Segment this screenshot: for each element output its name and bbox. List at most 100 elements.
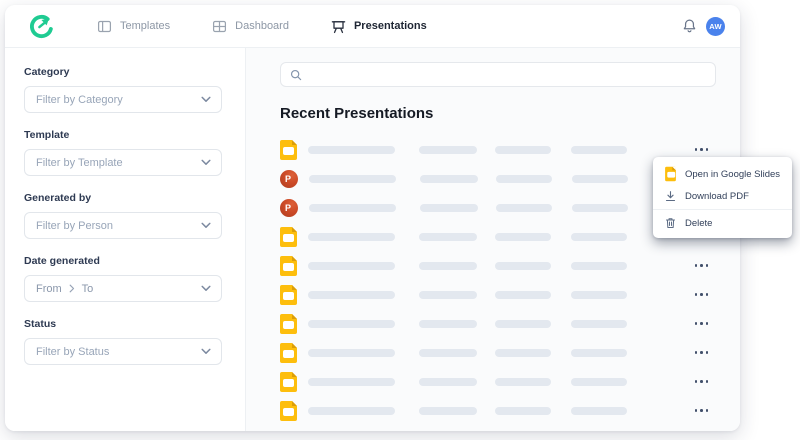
filter-group: Date generated From To: [24, 255, 222, 302]
row-actions-menu-button[interactable]: [693, 143, 711, 156]
table-row[interactable]: [280, 309, 716, 338]
skeleton-bar: [495, 348, 551, 357]
skeleton-bar: [308, 145, 395, 154]
row-actions-menu-button[interactable]: [693, 404, 711, 417]
row-actions-menu-button[interactable]: [693, 288, 711, 301]
dashboard-grid-icon: [212, 19, 227, 34]
navbar-right: AW: [682, 16, 725, 36]
skeleton-bar: [308, 319, 395, 328]
skeleton-bar: [496, 203, 552, 212]
skeleton-bar: [309, 203, 396, 212]
skeleton-bar: [496, 174, 552, 183]
chevron-down-icon: [201, 285, 211, 291]
skeleton-bar: [420, 203, 478, 212]
app-window: Templates Dashboard Presentations AW Cat…: [5, 5, 792, 431]
table-row[interactable]: [280, 222, 716, 251]
table-row[interactable]: [280, 280, 716, 309]
table-row[interactable]: [280, 251, 716, 280]
skeleton-bar: [571, 348, 627, 357]
table-row[interactable]: P: [280, 164, 716, 193]
google-slides-icon: [280, 255, 297, 276]
top-navbar: Templates Dashboard Presentations AW: [5, 5, 740, 48]
presentation-list: P P: [280, 135, 716, 425]
skeleton-bar: [572, 174, 628, 183]
filter-select[interactable]: From To: [24, 275, 222, 302]
menu-divider: [653, 209, 792, 210]
date-range-value: From To: [36, 283, 93, 295]
date-from-label: From: [36, 282, 62, 295]
table-row[interactable]: [280, 396, 716, 425]
google-slides-icon: [280, 400, 297, 421]
skeleton-bar: [571, 145, 627, 154]
skeleton-bar: [571, 232, 627, 241]
table-row[interactable]: [280, 367, 716, 396]
menu-item-label: Open in Google Slides: [685, 168, 781, 180]
chevron-down-icon: [201, 348, 211, 354]
row-actions-menu-button[interactable]: [693, 375, 711, 388]
powerpoint-icon: P: [280, 198, 298, 217]
filter-select-placeholder: Filter by Category: [36, 93, 123, 106]
filter-select[interactable]: Filter by Person: [24, 212, 222, 239]
google-slides-icon: [280, 313, 297, 334]
chevron-down-icon: [201, 159, 211, 165]
skeleton-bar: [419, 348, 477, 357]
main-content: Recent Presentations P P: [246, 48, 740, 431]
filter-group: Category Filter by Category: [24, 66, 222, 113]
brand-logo[interactable]: [27, 12, 55, 40]
search-bar[interactable]: [280, 62, 716, 87]
google-slides-icon: [280, 342, 297, 363]
table-row[interactable]: [280, 135, 716, 164]
search-icon: [290, 69, 302, 81]
nav-item-label: Dashboard: [235, 20, 289, 32]
nav-item-templates[interactable]: Templates: [97, 19, 170, 34]
nav-item-dashboard[interactable]: Dashboard: [212, 19, 289, 34]
filter-select[interactable]: Filter by Template: [24, 149, 222, 176]
skeleton-bar: [308, 232, 395, 241]
skeleton-bar: [308, 406, 395, 415]
notification-bell-icon[interactable]: [682, 18, 697, 34]
date-to-label: To: [81, 282, 94, 295]
row-actions-menu-button[interactable]: [693, 346, 711, 359]
filter-group: Template Filter by Template: [24, 129, 222, 176]
chevron-right-icon: [69, 284, 74, 293]
filter-label: Generated by: [24, 192, 92, 204]
skeleton-bar: [419, 145, 477, 154]
search-input[interactable]: [309, 68, 706, 81]
table-row[interactable]: [280, 338, 716, 367]
nav-item-label: Presentations: [353, 20, 427, 32]
nav-item-label: Templates: [120, 20, 171, 32]
google-slides-icon: [280, 371, 297, 392]
filter-select[interactable]: Filter by Category: [24, 86, 222, 113]
skeleton-bar: [420, 174, 478, 183]
skeleton-bar: [419, 232, 477, 241]
skeleton-bar: [572, 203, 628, 212]
menu-item-download-pdf[interactable]: Download PDF: [653, 185, 792, 207]
app-canvas: Templates Dashboard Presentations AW Cat…: [0, 0, 800, 440]
chevron-down-icon: [201, 96, 211, 102]
skeleton-bar: [419, 319, 477, 328]
skeleton-bar: [571, 377, 627, 386]
table-row[interactable]: P: [280, 193, 716, 222]
skeleton-bar: [308, 377, 395, 386]
menu-item-delete[interactable]: Delete: [653, 212, 792, 234]
skeleton-bar: [495, 261, 551, 270]
filter-group: Status Filter by Status: [24, 318, 222, 365]
row-actions-menu-button[interactable]: [693, 317, 711, 330]
user-avatar[interactable]: AW: [706, 16, 725, 36]
nav-item-presentations[interactable]: Presentations: [331, 19, 427, 34]
menu-item-open-in-google-slides[interactable]: Open in Google Slides: [653, 163, 792, 185]
filters-sidebar: Category Filter by Category Template Fil…: [5, 48, 246, 431]
filter-select[interactable]: Filter by Status: [24, 338, 222, 365]
google-slides-icon: [280, 284, 297, 305]
menu-item-label: Download PDF: [685, 190, 749, 202]
filter-select-placeholder: Filter by Status: [36, 345, 110, 358]
skeleton-bar: [419, 377, 477, 386]
google-slides-icon: [280, 226, 297, 247]
skeleton-bar: [495, 319, 551, 328]
skeleton-bar: [571, 406, 627, 415]
row-actions-menu-button[interactable]: [693, 259, 711, 272]
filter-group: Generated by Filter by Person: [24, 192, 222, 239]
skeleton-bar: [419, 406, 477, 415]
skeleton-bar: [495, 377, 551, 386]
filter-select-placeholder: Filter by Template: [36, 156, 123, 169]
